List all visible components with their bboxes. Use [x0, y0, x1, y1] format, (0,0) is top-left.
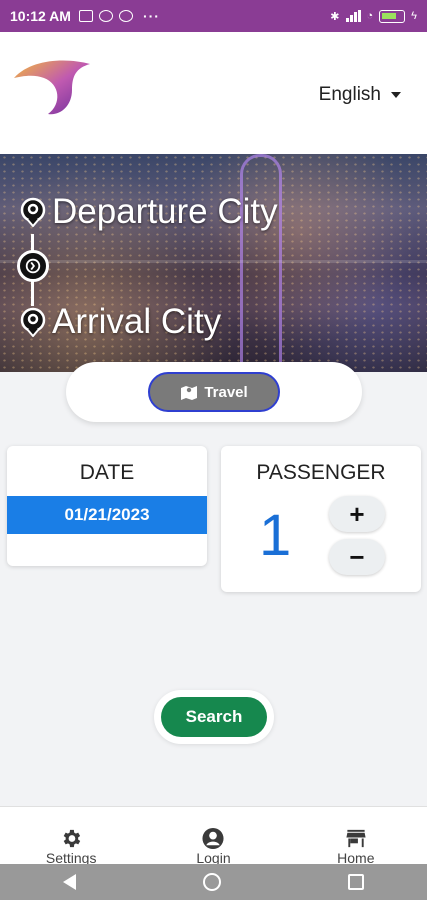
search-button-container: Search: [154, 690, 274, 744]
passenger-title: PASSENGER: [256, 461, 386, 484]
system-navigation-bar: [0, 864, 427, 900]
travel-button-label: Travel: [204, 383, 248, 401]
date-field[interactable]: 01/21/2023: [7, 496, 207, 534]
date-card: DATE 01/21/2023: [7, 446, 207, 566]
bluetooth-icon: ✱: [330, 10, 340, 23]
passenger-count: 1: [259, 503, 292, 568]
battery-icon: [379, 9, 406, 23]
increase-passenger-button[interactable]: +: [329, 496, 385, 532]
more-notifications-icon: ···: [142, 8, 160, 24]
swap-cities-button[interactable]: [17, 250, 49, 282]
passenger-card: PASSENGER 1 + −: [221, 446, 421, 592]
message-icon: [78, 10, 93, 22]
app-header: English: [0, 32, 427, 154]
wifi-icon: ◔: [366, 10, 374, 22]
arrival-city-selector[interactable]: Arrival City: [18, 302, 221, 342]
chevron-down-icon: [391, 92, 401, 98]
departure-city-selector[interactable]: Departure City: [18, 192, 278, 232]
language-label: English: [318, 84, 381, 105]
swap-icon: [25, 258, 41, 274]
forsanway-logo: [10, 56, 94, 152]
bottom-navigation: Settings Login Home: [0, 806, 427, 866]
tower-silhouette: [240, 154, 282, 372]
map-icon: [181, 386, 198, 400]
status-bar: 10:12 AM ··· ✱ ◔ ϟ: [0, 0, 427, 32]
nav-item-login[interactable]: Login: [142, 807, 284, 866]
signal-icon: [345, 10, 361, 22]
travel-button[interactable]: Travel: [148, 372, 280, 412]
location-pin-icon: [20, 307, 46, 337]
status-right: ✱ ◔ ϟ: [330, 9, 417, 23]
notification-icons: ···: [78, 8, 160, 24]
hero-divider: [0, 260, 427, 263]
grid-icon: [118, 10, 133, 22]
trip-type-card: Travel: [66, 362, 362, 422]
nav-item-home[interactable]: Home: [285, 807, 427, 866]
route-hero: Departure City Arrival City: [0, 154, 427, 372]
date-title: DATE: [79, 461, 135, 484]
decrease-passenger-button[interactable]: −: [329, 539, 385, 575]
app-icon: [98, 10, 113, 22]
back-icon[interactable]: [63, 874, 77, 890]
search-button[interactable]: Search: [161, 697, 267, 737]
charging-icon: ϟ: [411, 10, 417, 22]
location-pin-icon: [20, 197, 46, 227]
account-icon: [202, 827, 225, 850]
gear-icon: [63, 829, 81, 848]
nav-item-settings[interactable]: Settings: [0, 807, 142, 866]
store-icon: [346, 829, 366, 848]
status-time: 10:12 AM: [10, 8, 71, 24]
arrival-city-label: Arrival City: [52, 302, 222, 341]
language-selector[interactable]: English: [319, 84, 401, 106]
home-icon[interactable]: [202, 873, 221, 891]
recent-apps-icon[interactable]: [347, 874, 364, 890]
departure-city-label: Departure City: [52, 192, 278, 231]
